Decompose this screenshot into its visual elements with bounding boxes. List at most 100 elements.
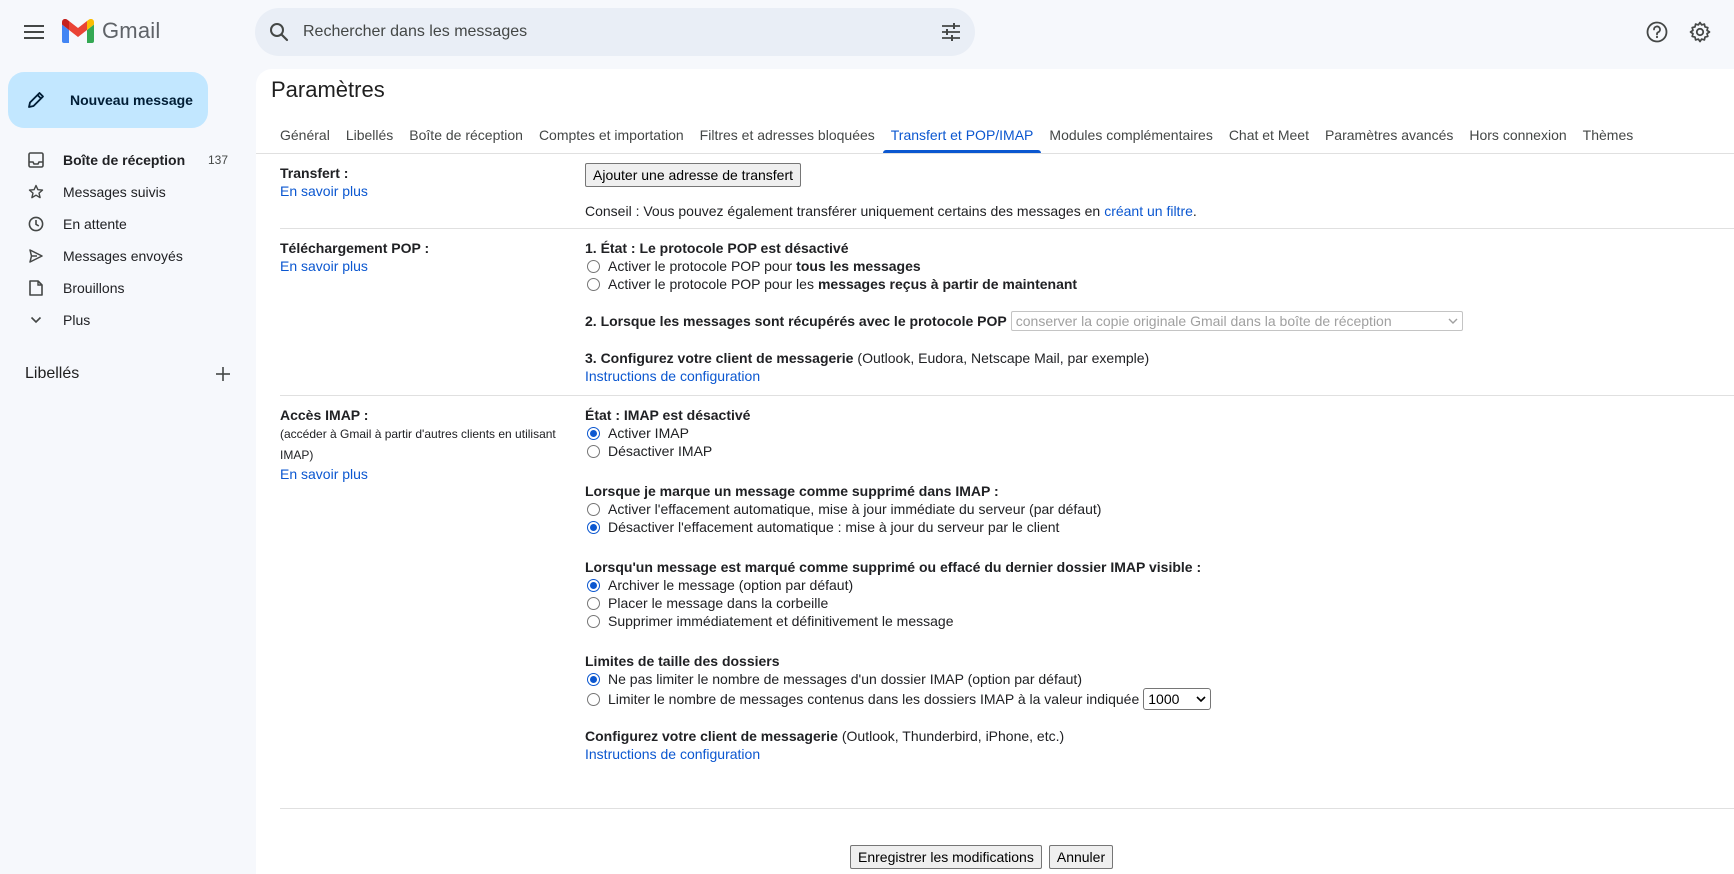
create-label-button[interactable] [211, 362, 235, 386]
tab-offline[interactable]: Hors connexion [1461, 115, 1574, 153]
sidebar-item-label: Boîte de réception [63, 152, 186, 168]
imap-disable-option[interactable]: Désactiver IMAP [585, 442, 1734, 460]
pop-opt2-bold: messages reçus à partir de maintenant [817, 276, 1078, 292]
page-title: Paramètres [271, 77, 385, 102]
sidebar-item-label: Plus [63, 312, 91, 328]
add-forwarding-address-button[interactable]: Ajouter une adresse de transfert [585, 163, 802, 187]
imap-delete-option[interactable]: Supprimer immédiatement et définitivemen… [585, 612, 1734, 630]
radio-delete-forever[interactable] [587, 614, 600, 628]
tab-labels[interactable]: Libellés [338, 115, 401, 153]
sidebar-item-snoozed[interactable]: En attente [0, 208, 240, 240]
radio-trash[interactable] [587, 596, 600, 610]
sidebar-item-label: En attente [63, 216, 127, 232]
imap-deleted-title: Lorsque je marque un message comme suppr… [585, 482, 1734, 500]
tab-general[interactable]: Général [272, 115, 338, 153]
radio-archive[interactable] [587, 578, 600, 592]
create-filter-link[interactable]: créant un filtre [1104, 202, 1193, 220]
gmail-logo[interactable]: Gmail [62, 18, 160, 44]
search-input[interactable] [303, 23, 927, 41]
pop-step2: 2. Lorsque les messages sont récupérés a… [585, 311, 1734, 331]
sidebar-item-more[interactable]: Plus [0, 304, 240, 336]
inbox-icon [26, 150, 46, 170]
compose-button[interactable]: Nouveau message [8, 72, 208, 128]
imap-client-line: Configurez votre client de messagerie (O… [585, 727, 1734, 745]
imap-section: Accès IMAP : (accéder à Gmail à partir d… [280, 396, 1734, 809]
pop-opt1-text: Activer le protocole POP pour [608, 258, 793, 274]
tip-suffix: . [1192, 203, 1197, 219]
compose-icon-wrap [8, 90, 64, 110]
tab-inbox[interactable]: Boîte de réception [401, 115, 531, 153]
main-menu-button[interactable] [18, 16, 50, 48]
forwarding-learn-more-link[interactable]: En savoir plus [280, 183, 560, 199]
search-button[interactable] [255, 22, 303, 42]
imap-limits-title: Limites de taille des dossiers [585, 652, 1734, 670]
imap-learn-more-link[interactable]: En savoir plus [280, 466, 560, 482]
save-changes-button[interactable]: Enregistrer les modifications [850, 845, 1042, 869]
labels-section-header: Libellés [25, 362, 235, 386]
footer-buttons: Enregistrer les modifications Annuler [850, 845, 1114, 869]
limit-label: Limiter le nombre de messages contenus d… [608, 691, 1140, 707]
tab-addons[interactable]: Modules complémentaires [1041, 115, 1220, 153]
app-name: Gmail [102, 18, 161, 43]
radio-pop-all[interactable] [587, 259, 600, 273]
imap-enable-option[interactable]: Activer IMAP [585, 424, 1734, 442]
pop-config-line: Instructions de configuration [585, 367, 1734, 385]
pop-option-now[interactable]: Activer le protocole POP pour les messag… [585, 275, 1734, 293]
sidebar-item-inbox[interactable]: Boîte de réception 137 [0, 144, 240, 176]
imap-autoexpunge-off[interactable]: Désactiver l'effacement automatique : mi… [585, 518, 1734, 536]
imap-config-instructions-link[interactable]: Instructions de configuration [585, 745, 760, 763]
imap-trash-option[interactable]: Placer le message dans la corbeille [585, 594, 1734, 612]
sidebar-item-label: Messages envoyés [63, 248, 183, 264]
chevron-down-icon [1448, 318, 1458, 324]
radio-imap-disable[interactable] [587, 444, 600, 458]
pop-option-all[interactable]: Activer le protocole POP pour tous les m… [585, 257, 1734, 275]
sidebar-item-starred[interactable]: Messages suivis [0, 176, 240, 208]
imap-limits-title-text: Limites de taille des dossiers [585, 653, 780, 669]
imap-limit-option[interactable]: Limiter le nombre de messages contenus d… [585, 688, 1734, 710]
tab-themes[interactable]: Thèmes [1575, 115, 1642, 153]
support-button[interactable] [1641, 16, 1673, 48]
folder-limit-select[interactable]: 1000 [1143, 688, 1212, 710]
nav-list: Boîte de réception 137 Messages suivis E… [0, 144, 240, 336]
sidebar-item-sent[interactable]: Messages envoyés [0, 240, 240, 272]
radio-no-limit[interactable] [587, 672, 600, 686]
sidebar: Nouveau message Boîte de réception 137 M… [0, 64, 255, 874]
forwarding-label-col: Transfert : En savoir plus [280, 165, 560, 199]
radio-limit[interactable] [587, 692, 600, 706]
radio-autoexpunge-on[interactable] [587, 502, 600, 516]
radio-pop-now[interactable] [587, 277, 600, 291]
pop-config-instructions-link[interactable]: Instructions de configuration [585, 367, 760, 385]
pop-status-text: 1. État : Le protocole POP est désactivé [585, 240, 849, 256]
cancel-button[interactable]: Annuler [1048, 845, 1114, 869]
settings-tabs: Général Libellés Boîte de réception Comp… [272, 115, 1641, 153]
imap-enable-label: Activer IMAP [608, 425, 689, 441]
imap-autoexpunge-on[interactable]: Activer l'effacement automatique, mise à… [585, 500, 1734, 518]
imap-no-limit-option[interactable]: Ne pas limiter le nombre de messages d'u… [585, 670, 1734, 688]
pencil-icon [28, 92, 44, 108]
help-icon [1646, 21, 1668, 43]
search-options-button[interactable] [927, 23, 975, 41]
pop-section: Téléchargement POP : En savoir plus 1. É… [280, 229, 1734, 396]
tune-icon [942, 23, 960, 41]
imap-deleted-title-text: Lorsque je marque un message comme suppr… [585, 483, 999, 499]
tab-advanced[interactable]: Paramètres avancés [1317, 115, 1461, 153]
radio-imap-enable[interactable] [587, 426, 600, 440]
tab-accounts[interactable]: Comptes et importation [531, 115, 692, 153]
unread-count: 137 [207, 153, 228, 167]
tab-forwarding-pop-imap[interactable]: Transfert et POP/IMAP [882, 115, 1042, 153]
imap-status-text: État : IMAP est désactivé [585, 407, 751, 423]
star-icon [26, 182, 46, 202]
tab-filters[interactable]: Filtres et adresses bloquées [692, 115, 883, 153]
settings-footer: Enregistrer les modifications Annuler [280, 839, 1734, 874]
pop-learn-more-link[interactable]: En savoir plus [280, 258, 560, 274]
settings-button[interactable] [1684, 16, 1716, 48]
chevron-down-icon [26, 310, 46, 330]
imap-archive-option[interactable]: Archiver le message (option par défaut) [585, 576, 1734, 594]
tab-chat-meet[interactable]: Chat et Meet [1221, 115, 1317, 153]
sidebar-item-drafts[interactable]: Brouillons [0, 272, 240, 304]
autoexpunge-off-label: Désactiver l'effacement automatique : mi… [608, 519, 1060, 535]
radio-autoexpunge-off[interactable] [587, 520, 600, 534]
forwarding-title: Transfert : [280, 165, 349, 181]
sidebar-item-label: Messages suivis [63, 184, 166, 200]
pop-action-select[interactable]: conserver la copie originale Gmail dans … [1010, 311, 1463, 331]
